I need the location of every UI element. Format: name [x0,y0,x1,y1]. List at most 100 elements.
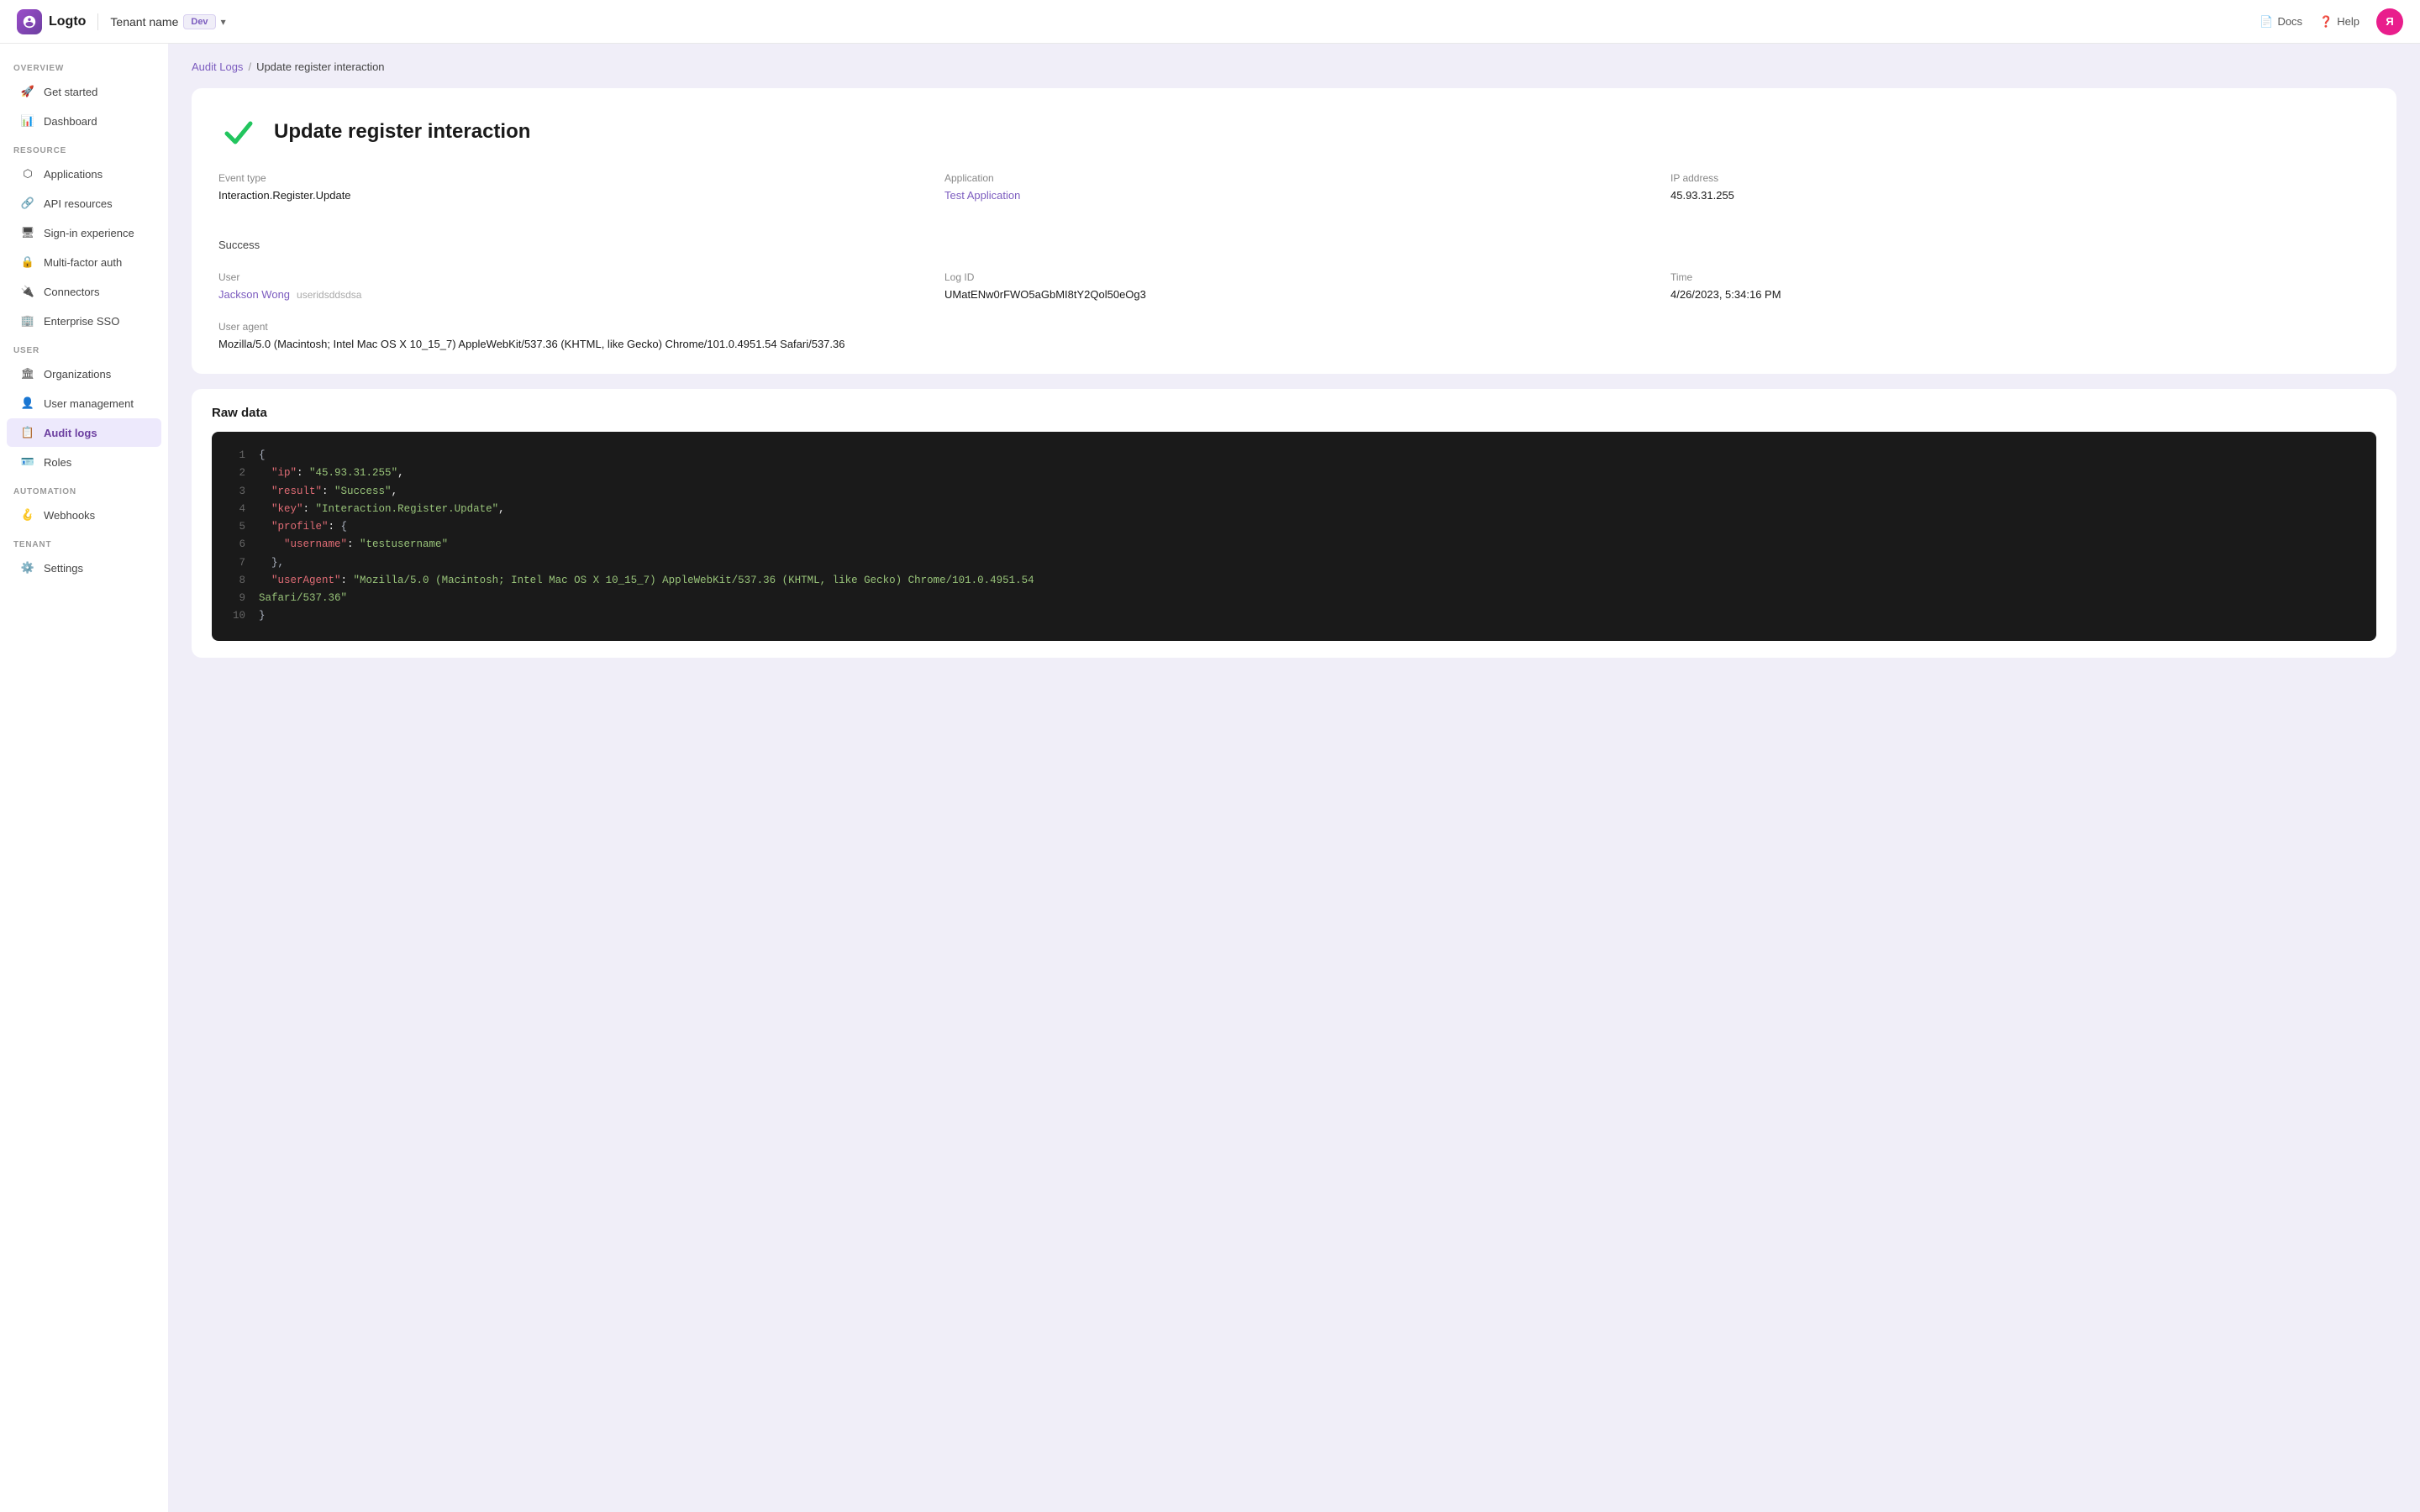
tenant-selector[interactable]: Tenant name Dev ▾ [110,14,225,29]
sidebar-label-audit-logs: Audit logs [44,427,97,439]
breadcrumb: Audit Logs / Update register interaction [192,60,2396,73]
time-label: Time [1670,271,2370,283]
roles-icon: 🪪 [20,454,35,470]
sidebar-item-get-started[interactable]: 🚀 Get started [7,77,161,106]
help-button[interactable]: ❓ Help [2319,15,2360,29]
line-content-9: Safari/537.36" [259,590,347,607]
sign-in-icon: 🖥 [20,225,35,240]
sidebar-item-enterprise-sso[interactable]: 🏢 Enterprise SSO [7,307,161,335]
organizations-icon: 🏛 [20,366,35,381]
docs-icon: 📄 [2260,15,2273,29]
line-num-10: 10 [229,607,245,625]
raw-data-title: Raw data [212,406,2376,420]
line-num-6: 6 [229,536,245,554]
code-line-7: 7 }, [229,554,2360,572]
sidebar-label-applications: Applications [44,168,103,181]
status-badge: Success [218,239,918,251]
help-icon: ❓ [2319,15,2333,29]
logo-text: Logto [49,14,86,29]
sidebar-item-roles[interactable]: 🪪 Roles [7,448,161,476]
breadcrumb-parent-link[interactable]: Audit Logs [192,60,243,73]
event-type-label: Event type [218,172,918,184]
mfa-icon: 🔒 [20,255,35,270]
line-content-7: }, [259,554,284,572]
line-content-5: "profile": { [259,518,347,536]
automation-section-label: AUTOMATION [0,477,168,500]
sidebar-item-connectors[interactable]: 🔌 Connectors [7,277,161,306]
event-type-value: Interaction.Register.Update [218,189,918,202]
line-num-8: 8 [229,572,245,590]
log-id-label: Log ID [944,271,1644,283]
user-section-label: USER [0,336,168,359]
user-management-icon: 👤 [20,396,35,411]
line-content-8: "userAgent": "Mozilla/5.0 (Macintosh; In… [259,572,1034,590]
time-field: Time 4/26/2023, 5:34:16 PM [1670,271,2370,301]
sidebar-label-user-management: User management [44,397,134,410]
tenant-section-label: TENANT [0,530,168,553]
sidebar-item-dashboard[interactable]: 📊 Dashboard [7,107,161,135]
sidebar-label-settings: Settings [44,562,83,575]
sidebar-item-api-resources[interactable]: 🔗 API resources [7,189,161,218]
audit-logs-icon: 📋 [20,425,35,440]
api-resources-icon: 🔗 [20,196,35,211]
line-content-3: "result": "Success", [259,483,397,501]
dashboard-icon: 📊 [20,113,35,129]
user-name-link[interactable]: Jackson Wong [218,288,290,301]
code-line-9: 9 Safari/537.36" [229,590,2360,607]
line-content-1: { [259,447,266,465]
time-value: 4/26/2023, 5:34:16 PM [1670,288,2370,301]
sidebar-item-webhooks[interactable]: 🪝 Webhooks [7,501,161,529]
logo-icon [17,9,42,34]
sidebar-label-sign-in: Sign-in experience [44,227,134,239]
application-value[interactable]: Test Application [944,189,1644,202]
sidebar-label-api-resources: API resources [44,197,113,210]
success-check-icon [218,112,259,152]
user-avatar[interactable]: Я [2376,8,2403,35]
docs-button[interactable]: 📄 Docs [2260,15,2302,29]
line-content-4: "key": "Interaction.Register.Update", [259,501,505,518]
sidebar-item-audit-logs[interactable]: 📋 Audit logs [7,418,161,447]
nav-right: 📄 Docs ❓ Help Я [2260,8,2403,35]
user-field: User Jackson Wong useridsddsdsa [218,271,918,301]
sidebar-label-get-started: Get started [44,86,97,98]
logo-area: Logto [17,9,86,34]
tenant-badge: Dev [183,14,215,29]
sidebar-label-mfa: Multi-factor auth [44,256,122,269]
log-id-field: Log ID UMatENw0rFWO5aGbMI8tY2Qol50eOg3 [944,271,1644,301]
user-agent-label: User agent [218,321,2370,333]
enterprise-sso-icon: 🏢 [20,313,35,328]
sidebar-item-sign-in-experience[interactable]: 🖥 Sign-in experience [7,218,161,247]
help-label: Help [2337,15,2360,28]
chevron-down-icon: ▾ [221,16,226,28]
line-num-9: 9 [229,590,245,607]
sidebar-item-organizations[interactable]: 🏛 Organizations [7,360,161,388]
code-block: 1 { 2 "ip": "45.93.31.255", 3 "result": … [212,432,2376,641]
sidebar-label-dashboard: Dashboard [44,115,97,128]
sidebar-item-settings[interactable]: ⚙️ Settings [7,554,161,582]
event-type-field: Event type Interaction.Register.Update [218,172,918,202]
sidebar-item-user-management[interactable]: 👤 User management [7,389,161,417]
overview-section-label: OVERVIEW [0,54,168,76]
raw-data-card: Raw data 1 { 2 "ip": "45.93.31.255", 3 "… [192,389,2396,658]
line-num-4: 4 [229,501,245,518]
sidebar-label-connectors: Connectors [44,286,99,298]
sidebar: OVERVIEW 🚀 Get started 📊 Dashboard RESOU… [0,44,168,1512]
tenant-name: Tenant name [110,15,178,29]
applications-icon: ⬡ [20,166,35,181]
get-started-icon: 🚀 [20,84,35,99]
docs-label: Docs [2277,15,2302,28]
line-content-2: "ip": "45.93.31.255", [259,465,404,482]
nav-divider [97,13,98,30]
breadcrumb-current: Update register interaction [256,60,384,73]
fields-grid: Event type Interaction.Register.Update A… [218,172,2370,350]
sidebar-item-applications[interactable]: ⬡ Applications [7,160,161,188]
code-line-10: 10 } [229,607,2360,625]
user-agent-value: Mozilla/5.0 (Macintosh; Intel Mac OS X 1… [218,338,2370,350]
sidebar-label-enterprise-sso: Enterprise SSO [44,315,119,328]
line-num-5: 5 [229,518,245,536]
user-id: useridsddsdsa [297,289,361,301]
sidebar-item-mfa[interactable]: 🔒 Multi-factor auth [7,248,161,276]
line-num-1: 1 [229,447,245,465]
top-nav: Logto Tenant name Dev ▾ 📄 Docs ❓ Help Я [0,0,2420,44]
sidebar-label-organizations: Organizations [44,368,111,381]
